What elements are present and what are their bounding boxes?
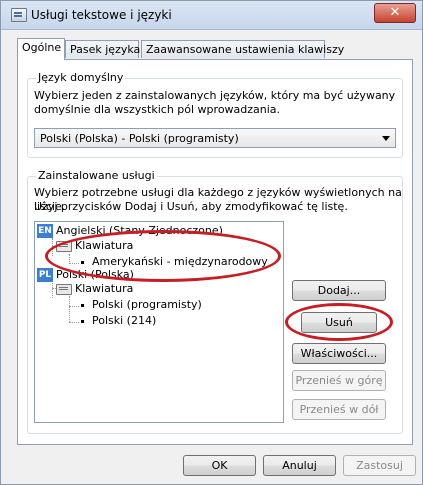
- tree-connector: [52, 280, 53, 298]
- default-language-dropdown[interactable]: Polski (Polska) - Polski (programisty): [34, 128, 396, 148]
- installed-services-tree[interactable]: EN Angielski (Stany Zjednoczone) Klawiat…: [34, 221, 284, 423]
- text-services-icon: [11, 8, 27, 22]
- tree-item-keyboard-pl[interactable]: Klawiatura: [75, 281, 133, 297]
- pl-language-badge: PL: [37, 268, 53, 282]
- move-down-button[interactable]: Przenieś w dół: [292, 399, 386, 420]
- default-language-selected: Polski (Polska) - Polski (programisty): [40, 132, 239, 145]
- default-language-group-label: Język domyślny: [36, 71, 126, 84]
- installed-services-group-label: Zainstalowane usługi: [36, 169, 157, 182]
- tab-general[interactable]: Ogólne: [17, 38, 65, 60]
- tab-panel-general: Język domyślny Wybierz jeden z zainstalo…: [17, 59, 413, 445]
- annotation-ellipse-layout: [45, 230, 281, 282]
- properties-button[interactable]: Właściwości...: [292, 343, 386, 364]
- ok-button[interactable]: OK: [183, 455, 256, 476]
- tree-connector: [69, 322, 79, 323]
- default-language-group: Język domyślny Wybierz jeden z zainstalo…: [27, 71, 403, 158]
- tree-connector: [69, 306, 79, 307]
- default-language-description-1: Wybierz jeden z zainstalowanych języków,…: [34, 89, 396, 102]
- bullet-icon: [81, 320, 84, 323]
- keyboard-icon: [56, 284, 72, 295]
- tree-item-layout-polish-programmers[interactable]: Polski (programisty): [92, 297, 202, 313]
- add-button[interactable]: Dodaj...: [292, 280, 386, 301]
- chevron-down-icon: [382, 136, 390, 141]
- apply-button[interactable]: Zastosuj: [343, 455, 416, 476]
- annotation-ellipse-remove: [285, 303, 393, 341]
- title-bar[interactable]: Usługi tekstowe i języki ✕: [1, 1, 422, 30]
- bullet-icon: [81, 304, 84, 307]
- tree-connector: [69, 296, 70, 322]
- close-button[interactable]: ✕: [374, 3, 416, 23]
- move-up-button[interactable]: Przenieś w górę: [292, 370, 386, 391]
- dialog-window: Usługi tekstowe i języki ✕ Ogólne Pasek …: [0, 0, 423, 485]
- tab-advanced-key-settings[interactable]: Zaawansowane ustawienia klawiszy: [141, 40, 344, 58]
- default-language-description-2: domyślnie dla wszystkich pól wprowadzani…: [34, 103, 281, 116]
- installed-services-group: Zainstalowane usługi Wybierz potrzebne u…: [27, 169, 403, 434]
- cancel-button[interactable]: Anuluj: [263, 455, 336, 476]
- window-title: Usługi tekstowe i języki: [31, 8, 172, 22]
- tree-item-layout-polish-214[interactable]: Polski (214): [92, 313, 156, 329]
- en-language-badge: EN: [37, 224, 53, 238]
- tab-language-bar[interactable]: Pasek języka: [65, 40, 140, 58]
- installed-services-description-2: Użyj przycisków Dodaj i Usuń, aby zmodyf…: [34, 200, 348, 213]
